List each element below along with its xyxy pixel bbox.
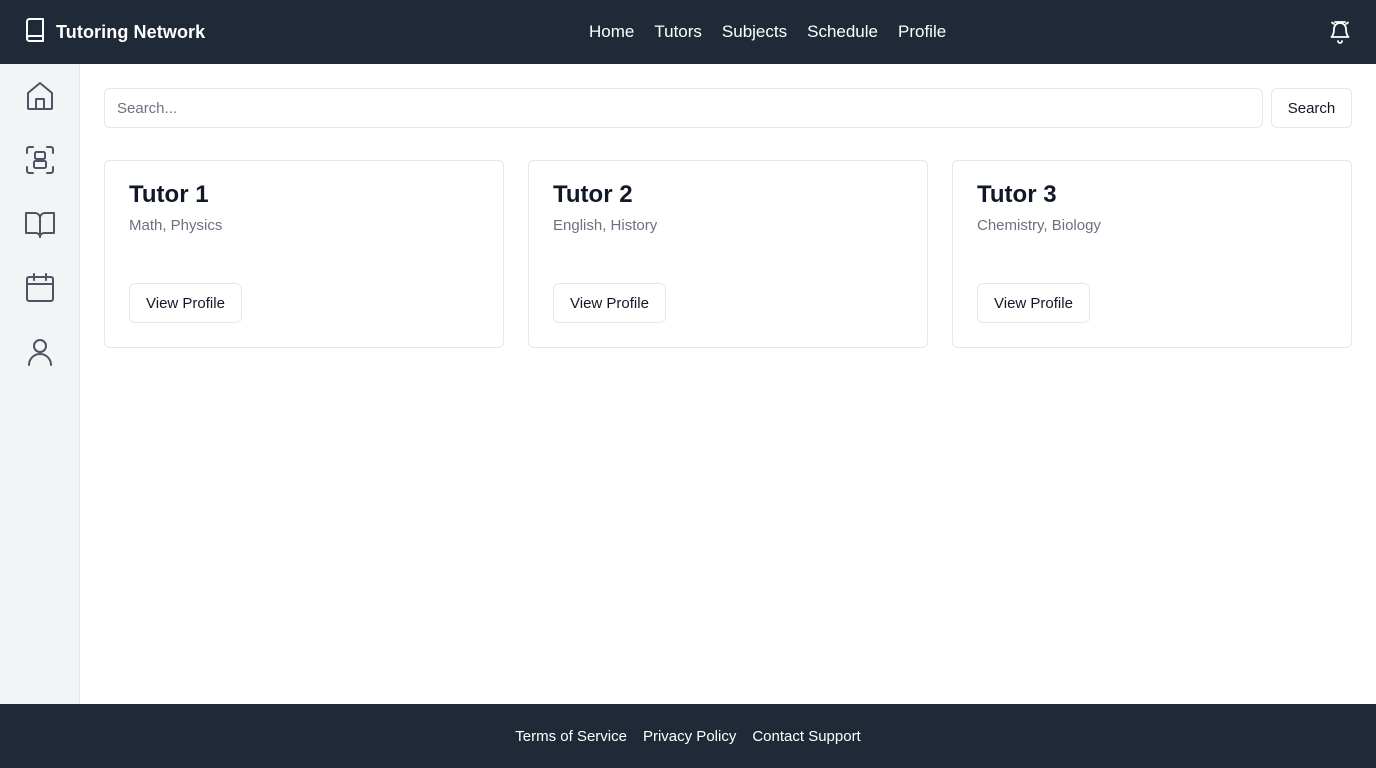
sidebar-item-profile[interactable] xyxy=(24,336,56,368)
sidebar-item-subjects[interactable] xyxy=(24,208,56,240)
main-nav: Home Tutors Subjects Schedule Profile xyxy=(589,0,946,64)
view-profile-button[interactable]: View Profile xyxy=(553,283,666,323)
sidebar-item-home[interactable] xyxy=(24,80,56,112)
book-open-icon xyxy=(25,212,55,238)
calendar-icon xyxy=(26,273,54,302)
brand[interactable]: Tutoring Network xyxy=(24,0,205,64)
nav-profile[interactable]: Profile xyxy=(898,22,946,42)
book-icon xyxy=(24,17,46,47)
tutor-card: Tutor 3 Chemistry, Biology View Profile xyxy=(952,160,1352,348)
search-button[interactable]: Search xyxy=(1271,88,1352,128)
tutor-subjects: English, History xyxy=(553,217,658,234)
main-content: Search Tutor 1 Math, Physics View Profil… xyxy=(80,64,1376,704)
tutor-name: Tutor 1 xyxy=(129,181,209,208)
footer-link-terms[interactable]: Terms of Service xyxy=(515,728,627,745)
tutor-subjects: Chemistry, Biology xyxy=(977,217,1101,234)
user-icon xyxy=(28,339,52,366)
tutors-icon xyxy=(26,146,54,174)
sidebar-item-schedule[interactable] xyxy=(24,272,56,304)
view-profile-button[interactable]: View Profile xyxy=(977,283,1090,323)
bell-icon[interactable] xyxy=(1328,20,1352,44)
tutor-subjects: Math, Physics xyxy=(129,217,223,234)
footer-link-privacy[interactable]: Privacy Policy xyxy=(643,728,736,745)
tutor-name: Tutor 3 xyxy=(977,181,1057,208)
search-input[interactable] xyxy=(104,88,1263,128)
nav-home[interactable]: Home xyxy=(589,22,634,42)
home-icon xyxy=(27,82,53,110)
nav-tutors[interactable]: Tutors xyxy=(654,22,702,42)
tutor-card: Tutor 1 Math, Physics View Profile xyxy=(104,160,504,348)
app-title: Tutoring Network xyxy=(56,21,206,42)
nav-schedule[interactable]: Schedule xyxy=(807,22,878,42)
sidebar xyxy=(0,64,80,704)
footer-link-support[interactable]: Contact Support xyxy=(752,728,860,745)
footer: Terms of Service Privacy Policy Contact … xyxy=(0,704,1376,768)
sidebar-item-tutors[interactable] xyxy=(24,144,56,176)
nav-subjects[interactable]: Subjects xyxy=(722,22,787,42)
view-profile-button[interactable]: View Profile xyxy=(129,283,242,323)
top-header: Tutoring Network Home Tutors Subjects Sc… xyxy=(0,0,1376,64)
tutor-name: Tutor 2 xyxy=(553,181,633,208)
tutor-card: Tutor 2 English, History View Profile xyxy=(528,160,928,348)
